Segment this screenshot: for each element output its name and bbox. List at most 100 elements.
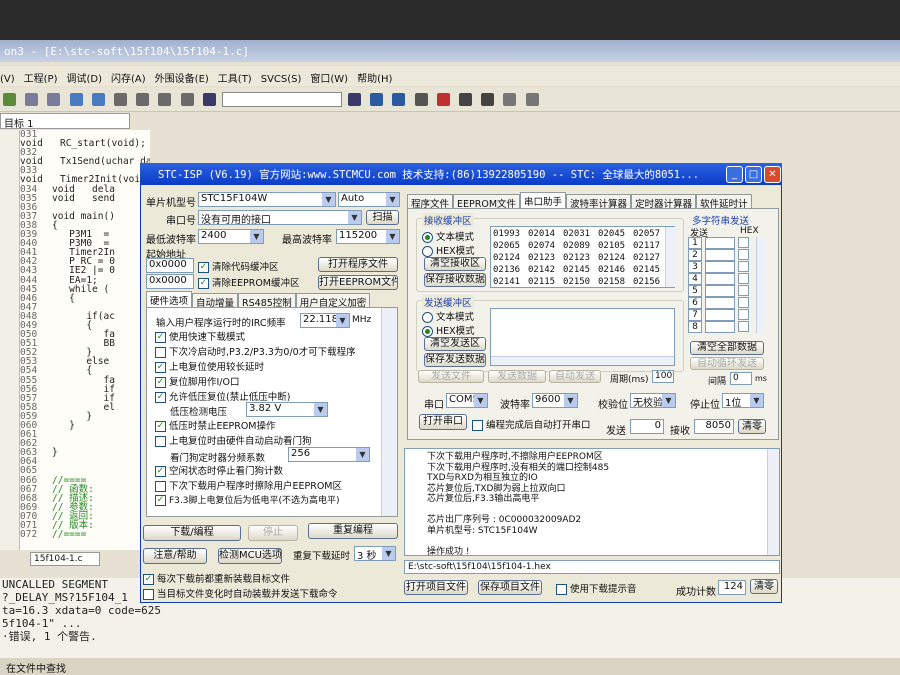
opt-idle-stop-wdt[interactable]: ✓ 空闲状态时停止看门狗计数 xyxy=(155,463,283,477)
hardware-option-checkbox[interactable]: ✓ 上电复位使用较长延时 xyxy=(155,359,356,374)
options-scrollbar[interactable] xyxy=(381,308,397,516)
back-icon[interactable] xyxy=(370,93,384,106)
tab-rs485[interactable]: RS485控制 xyxy=(238,293,296,309)
multi-hex-checkbox[interactable] xyxy=(738,321,749,332)
parity-select[interactable]: 无校验 ▼ xyxy=(630,393,676,408)
clear-eeprom-checkbox[interactable]: ✓ 清除EEPROM缓冲区 xyxy=(198,275,300,289)
download-tip-checkbox[interactable]: 使用下载提示音 xyxy=(556,581,637,595)
opt-erase-eeprom[interactable]: 下次下载用户程序时擦除用户EEPROM区 xyxy=(155,478,342,492)
multi-string-input[interactable] xyxy=(705,249,735,261)
auto-open-port-checkbox[interactable]: 编程完成后自动打开串口 xyxy=(472,417,591,431)
hardware-option-checkbox[interactable]: ✓ 使用快速下载模式 xyxy=(155,329,356,344)
tab-eeprom-file[interactable]: EEPROM文件 xyxy=(453,194,521,210)
send-hscrollbar[interactable] xyxy=(491,356,674,365)
download-button[interactable]: 下载/编程 xyxy=(143,525,241,541)
multi-string-input[interactable] xyxy=(705,273,735,285)
auto-loop-send-button[interactable]: 自动循环发送 xyxy=(690,357,764,370)
open-eeprom-file-button[interactable]: 打开EEPROM文件 xyxy=(318,275,398,290)
send-data-button[interactable]: 发送数据 xyxy=(488,370,546,383)
opt-wdt-auto-start[interactable]: 上电复位时由硬件自动启动看门狗 xyxy=(155,433,312,447)
clear-count-button[interactable]: 清零 xyxy=(738,419,766,434)
close-button[interactable]: ✕ xyxy=(764,166,781,183)
tab-user-encrypt[interactable]: 用户自定义加密 xyxy=(295,293,371,309)
multi-send-button[interactable]: 8 xyxy=(688,321,702,333)
multi-string-input[interactable] xyxy=(705,309,735,321)
auto-send-on-change-checkbox[interactable]: 当目标文件变化时自动装载并发送下载命令 xyxy=(143,586,338,600)
clear-all-data-button[interactable]: 清空全部数据 xyxy=(690,341,764,355)
target-selector[interactable]: 目标 1 xyxy=(0,113,130,130)
tab-timer-calculator[interactable]: 定时器计算器 xyxy=(631,194,697,210)
ide-menu-item[interactable]: SVCS(S) xyxy=(261,74,302,85)
save-project-button[interactable]: 保存项目文件 xyxy=(478,580,542,595)
save-receive-button[interactable]: 保存接收数据 xyxy=(424,273,486,287)
tab-delay-calculator[interactable]: 软件延时计 xyxy=(696,194,752,210)
min-baud-select[interactable]: 2400 ▼ xyxy=(198,229,264,244)
multi-string-input[interactable] xyxy=(705,321,735,333)
outdent-icon[interactable] xyxy=(136,93,150,106)
bookmark-next-icon[interactable] xyxy=(91,93,105,106)
clear-receive-button[interactable]: 清空接收区 xyxy=(424,257,486,271)
multi-hex-checkbox[interactable] xyxy=(738,261,749,272)
save-send-button[interactable]: 保存发送数据 xyxy=(424,353,486,367)
print-icon[interactable] xyxy=(414,93,428,106)
interval-input[interactable]: 0 xyxy=(730,372,752,385)
multi-hex-checkbox[interactable] xyxy=(738,237,749,248)
comment-icon[interactable] xyxy=(158,93,172,106)
forward-icon[interactable] xyxy=(392,93,406,106)
open-program-file-button[interactable]: 打开程序文件 xyxy=(318,257,398,272)
bookmark-icon[interactable] xyxy=(69,93,83,106)
ide-search-combo[interactable] xyxy=(221,92,342,107)
ide-menu-item[interactable]: 外围设备(E) xyxy=(155,74,209,85)
baud-select[interactable]: 9600 ▼ xyxy=(532,393,578,408)
new-icon[interactable] xyxy=(3,93,16,106)
tab-baud-calculator[interactable]: 波特率计算器 xyxy=(566,194,632,210)
undo-icon[interactable] xyxy=(25,93,39,106)
hardware-option-checkbox[interactable]: ✓ 复位脚用作I/O口 xyxy=(155,374,356,389)
ide-menu-item[interactable]: 调试(D) xyxy=(67,74,103,85)
tab-program-file[interactable]: 程序文件 xyxy=(407,194,454,210)
multi-hex-checkbox[interactable] xyxy=(738,249,749,260)
clear-send-button[interactable]: 清空发送区 xyxy=(424,337,486,351)
auto-send-button[interactable]: 自动发送 xyxy=(549,370,601,383)
mcu-select[interactable]: STC15F104W ▼ xyxy=(198,192,336,207)
port-select[interactable]: 没有可用的接口 ▼ xyxy=(198,210,362,225)
ide-menu-item[interactable]: (V) xyxy=(0,74,15,85)
start-addr-code[interactable]: 0x0000 xyxy=(146,258,194,273)
help-button[interactable]: 注意/帮助 xyxy=(143,548,207,564)
opt-p33-low[interactable]: ✓ F3.3脚上电复位后为低电平(不选为高电平) xyxy=(155,493,340,507)
code-editor[interactable]: 031void RC_start(void); 032void Tx1Send(u… xyxy=(20,130,150,550)
multi-scrollbar[interactable] xyxy=(756,237,766,333)
log-scrollbar[interactable] xyxy=(767,449,779,555)
send-file-button[interactable]: 发送文件 xyxy=(418,370,484,383)
multi-string-input[interactable] xyxy=(705,261,735,273)
start-addr-eeprom[interactable]: 0x0000 xyxy=(146,274,194,289)
hardware-option-checkbox[interactable]: 下次冷启动时,P3.2/P3.3为0/0才可下载程序 xyxy=(155,344,356,359)
find-in-files-tab[interactable]: 在文件中查找 xyxy=(0,658,900,675)
ide-menu-item[interactable]: 闪存(A) xyxy=(111,74,146,85)
open-project-button[interactable]: 打开项目文件 xyxy=(404,580,468,595)
com-select[interactable]: COM5 ▼ xyxy=(446,393,488,408)
multi-send-button[interactable]: 3 xyxy=(688,261,702,273)
indent-icon[interactable] xyxy=(113,93,127,106)
multi-string-input[interactable] xyxy=(705,237,735,249)
open-port-button[interactable]: 打开串口 xyxy=(419,414,467,430)
irc-select[interactable]: 22.1184 ▼ xyxy=(300,313,350,328)
ide-menu-item[interactable]: 工程(P) xyxy=(24,74,58,85)
max-baud-select[interactable]: 115200 ▼ xyxy=(336,229,400,244)
receive-data-area[interactable]: 01993 02014 02031 02045 02057 02065 02074 02089… xyxy=(490,226,675,288)
tab-serial-assistant[interactable]: 串口助手 xyxy=(520,192,567,208)
stop-button[interactable]: 停止 xyxy=(248,525,298,541)
window2-icon[interactable] xyxy=(481,93,495,106)
opt-eeprom-low-voltage[interactable]: ✓ 低压时禁止EEPROM操作 xyxy=(155,418,276,432)
multi-send-button[interactable]: 1 xyxy=(688,237,702,249)
repeat-program-button[interactable]: 重复编程 xyxy=(308,523,398,539)
ide-menu-item[interactable]: 窗口(W) xyxy=(310,74,348,85)
minimize-button[interactable]: _ xyxy=(726,166,743,183)
ide-menu-item[interactable]: 帮助(H) xyxy=(357,74,392,85)
multi-send-button[interactable]: 7 xyxy=(688,309,702,321)
receive-scrollbar[interactable] xyxy=(665,227,675,287)
hand-icon[interactable] xyxy=(503,93,517,106)
reload-before-download-checkbox[interactable]: ✓ 每次下载前都重新装载目标文件 xyxy=(143,571,290,585)
mcu-auto-select[interactable]: Auto ▼ xyxy=(338,192,400,207)
period-input[interactable]: 100 xyxy=(652,370,674,383)
